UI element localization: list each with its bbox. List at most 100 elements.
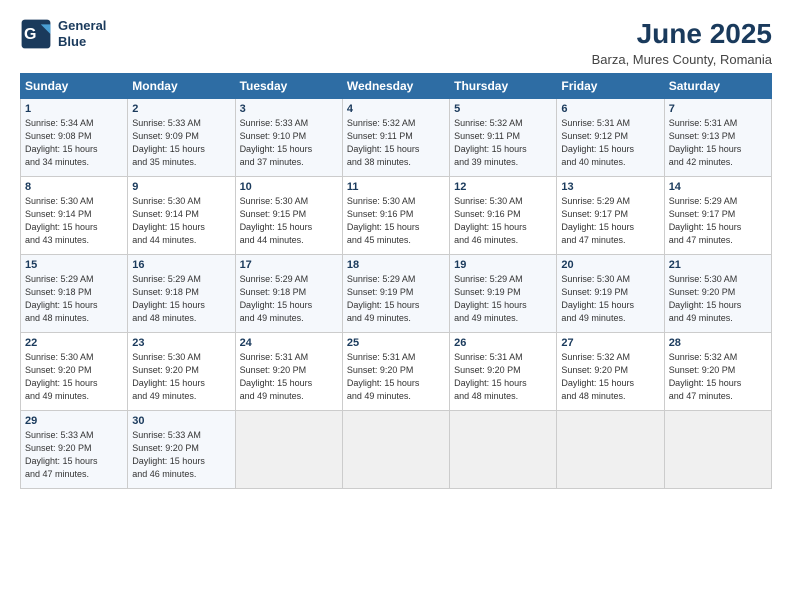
col-tuesday: Tuesday — [235, 74, 342, 99]
day-info: Sunrise: 5:33 AM Sunset: 9:20 PM Dayligh… — [132, 429, 230, 481]
day-info: Sunrise: 5:31 AM Sunset: 9:13 PM Dayligh… — [669, 117, 767, 169]
day-number: 27 — [561, 337, 659, 349]
header-row: Sunday Monday Tuesday Wednesday Thursday… — [21, 74, 772, 99]
day-number: 17 — [240, 259, 338, 271]
col-monday: Monday — [128, 74, 235, 99]
col-friday: Friday — [557, 74, 664, 99]
day-number: 30 — [132, 415, 230, 427]
day-info: Sunrise: 5:31 AM Sunset: 9:20 PM Dayligh… — [454, 351, 552, 403]
table-row: 21 Sunrise: 5:30 AM Sunset: 9:20 PM Dayli… — [664, 255, 771, 333]
day-number: 21 — [669, 259, 767, 271]
table-row: 6 Sunrise: 5:31 AM Sunset: 9:12 PM Daylig… — [557, 99, 664, 177]
table-row: 25 Sunrise: 5:31 AM Sunset: 9:20 PM Dayli… — [342, 333, 449, 411]
svg-text:G: G — [24, 26, 36, 43]
day-number: 8 — [25, 181, 123, 193]
day-number: 5 — [454, 103, 552, 115]
day-info: Sunrise: 5:29 AM Sunset: 9:19 PM Dayligh… — [347, 273, 445, 325]
day-info: Sunrise: 5:32 AM Sunset: 9:20 PM Dayligh… — [561, 351, 659, 403]
day-info: Sunrise: 5:30 AM Sunset: 9:14 PM Dayligh… — [132, 195, 230, 247]
table-row: 2Sunrise: 5:33 AM Sunset: 9:09 PM Daylig… — [128, 99, 235, 177]
table-row: 3 Sunrise: 5:33 AM Sunset: 9:10 PM Daylig… — [235, 99, 342, 177]
logo-text: General Blue — [58, 18, 106, 49]
day-number: 16 — [132, 259, 230, 271]
header: G General Blue June 2025 Barza, Mures Co… — [20, 18, 772, 67]
table-row: 5 Sunrise: 5:32 AM Sunset: 9:11 PM Daylig… — [450, 99, 557, 177]
table-row: 23Sunrise: 5:30 AM Sunset: 9:20 PM Dayli… — [128, 333, 235, 411]
day-info: Sunrise: 5:33 AM Sunset: 9:10 PM Dayligh… — [240, 117, 338, 169]
day-info: Sunrise: 5:29 AM Sunset: 9:17 PM Dayligh… — [669, 195, 767, 247]
table-row: 26 Sunrise: 5:31 AM Sunset: 9:20 PM Dayli… — [450, 333, 557, 411]
logo-line2: Blue — [58, 34, 86, 49]
day-number: 14 — [669, 181, 767, 193]
day-info: Sunrise: 5:30 AM Sunset: 9:15 PM Dayligh… — [240, 195, 338, 247]
col-thursday: Thursday — [450, 74, 557, 99]
day-info: Sunrise: 5:30 AM Sunset: 9:14 PM Dayligh… — [25, 195, 123, 247]
table-row: 27 Sunrise: 5:32 AM Sunset: 9:20 PM Dayli… — [557, 333, 664, 411]
day-number: 6 — [561, 103, 659, 115]
calendar-week-row: 15 Sunrise: 5:29 AM Sunset: 9:18 PM Dayli… — [21, 255, 772, 333]
day-number: 15 — [25, 259, 123, 271]
day-info: Sunrise: 5:31 AM Sunset: 9:12 PM Dayligh… — [561, 117, 659, 169]
day-info: Sunrise: 5:31 AM Sunset: 9:20 PM Dayligh… — [347, 351, 445, 403]
day-info: Sunrise: 5:32 AM Sunset: 9:11 PM Dayligh… — [347, 117, 445, 169]
col-saturday: Saturday — [664, 74, 771, 99]
table-row: 10 Sunrise: 5:30 AM Sunset: 9:15 PM Dayli… — [235, 177, 342, 255]
table-row — [557, 411, 664, 489]
table-row: 11 Sunrise: 5:30 AM Sunset: 9:16 PM Dayli… — [342, 177, 449, 255]
table-row: 18Sunrise: 5:29 AM Sunset: 9:19 PM Dayli… — [342, 255, 449, 333]
day-number: 29 — [25, 415, 123, 427]
day-number: 28 — [669, 337, 767, 349]
table-row: 1Sunrise: 5:34 AM Sunset: 9:08 PM Daylig… — [21, 99, 128, 177]
table-row: 12 Sunrise: 5:30 AM Sunset: 9:16 PM Dayli… — [450, 177, 557, 255]
table-row: 17 Sunrise: 5:29 AM Sunset: 9:18 PM Dayli… — [235, 255, 342, 333]
day-info: Sunrise: 5:29 AM Sunset: 9:19 PM Dayligh… — [454, 273, 552, 325]
day-info: Sunrise: 5:30 AM Sunset: 9:20 PM Dayligh… — [132, 351, 230, 403]
day-number: 7 — [669, 103, 767, 115]
day-info: Sunrise: 5:30 AM Sunset: 9:16 PM Dayligh… — [347, 195, 445, 247]
day-number: 2 — [132, 103, 230, 115]
day-info: Sunrise: 5:32 AM Sunset: 9:11 PM Dayligh… — [454, 117, 552, 169]
day-info: Sunrise: 5:34 AM Sunset: 9:08 PM Dayligh… — [25, 117, 123, 169]
table-row: 15 Sunrise: 5:29 AM Sunset: 9:18 PM Dayli… — [21, 255, 128, 333]
table-row — [235, 411, 342, 489]
table-row — [342, 411, 449, 489]
day-number: 19 — [454, 259, 552, 271]
day-number: 10 — [240, 181, 338, 193]
calendar-week-row: 29 Sunrise: 5:33 AM Sunset: 9:20 PM Dayli… — [21, 411, 772, 489]
day-info: Sunrise: 5:29 AM Sunset: 9:18 PM Dayligh… — [25, 273, 123, 325]
calendar-week-row: 8 Sunrise: 5:30 AM Sunset: 9:14 PM Daylig… — [21, 177, 772, 255]
logo-line1: General — [58, 18, 106, 33]
day-info: Sunrise: 5:30 AM Sunset: 9:19 PM Dayligh… — [561, 273, 659, 325]
day-number: 4 — [347, 103, 445, 115]
day-number: 20 — [561, 259, 659, 271]
table-row: 16Sunrise: 5:29 AM Sunset: 9:18 PM Dayli… — [128, 255, 235, 333]
table-row: 13 Sunrise: 5:29 AM Sunset: 9:17 PM Dayli… — [557, 177, 664, 255]
day-number: 26 — [454, 337, 552, 349]
day-number: 11 — [347, 181, 445, 193]
table-row: 22Sunrise: 5:30 AM Sunset: 9:20 PM Dayli… — [21, 333, 128, 411]
logo-icon: G — [20, 18, 52, 50]
calendar-subtitle: Barza, Mures County, Romania — [592, 52, 772, 67]
calendar-week-row: 22Sunrise: 5:30 AM Sunset: 9:20 PM Dayli… — [21, 333, 772, 411]
table-row: 20 Sunrise: 5:30 AM Sunset: 9:19 PM Dayli… — [557, 255, 664, 333]
table-row: 19 Sunrise: 5:29 AM Sunset: 9:19 PM Dayli… — [450, 255, 557, 333]
day-number: 25 — [347, 337, 445, 349]
title-block: June 2025 Barza, Mures County, Romania — [592, 18, 772, 67]
day-info: Sunrise: 5:32 AM Sunset: 9:20 PM Dayligh… — [669, 351, 767, 403]
table-row: 9Sunrise: 5:30 AM Sunset: 9:14 PM Daylig… — [128, 177, 235, 255]
day-info: Sunrise: 5:30 AM Sunset: 9:20 PM Dayligh… — [669, 273, 767, 325]
calendar-table: Sunday Monday Tuesday Wednesday Thursday… — [20, 73, 772, 489]
day-info: Sunrise: 5:30 AM Sunset: 9:20 PM Dayligh… — [25, 351, 123, 403]
calendar-week-row: 1Sunrise: 5:34 AM Sunset: 9:08 PM Daylig… — [21, 99, 772, 177]
day-number: 3 — [240, 103, 338, 115]
day-number: 12 — [454, 181, 552, 193]
day-number: 13 — [561, 181, 659, 193]
day-info: Sunrise: 5:31 AM Sunset: 9:20 PM Dayligh… — [240, 351, 338, 403]
day-info: Sunrise: 5:29 AM Sunset: 9:17 PM Dayligh… — [561, 195, 659, 247]
calendar-title: June 2025 — [592, 18, 772, 50]
day-info: Sunrise: 5:30 AM Sunset: 9:16 PM Dayligh… — [454, 195, 552, 247]
day-info: Sunrise: 5:29 AM Sunset: 9:18 PM Dayligh… — [240, 273, 338, 325]
table-row: 14 Sunrise: 5:29 AM Sunset: 9:17 PM Dayli… — [664, 177, 771, 255]
table-row: 29Sunrise: 5:33 AM Sunset: 9:20 PM Dayli… — [21, 411, 128, 489]
col-wednesday: Wednesday — [342, 74, 449, 99]
